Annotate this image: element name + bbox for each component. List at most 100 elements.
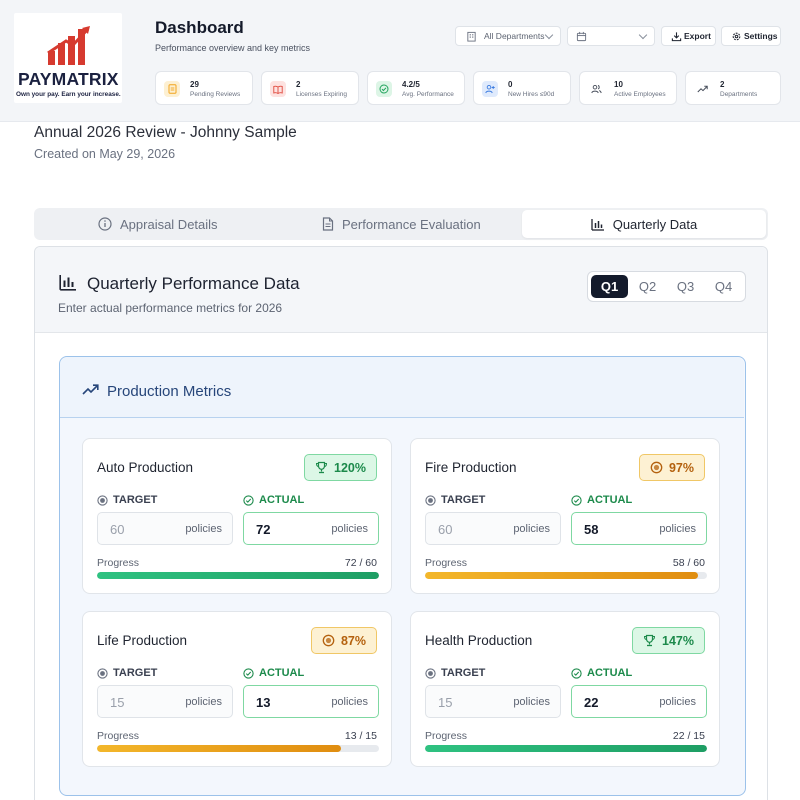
progress-bar: [97, 572, 379, 579]
quarter-q2-button[interactable]: Q2: [629, 275, 666, 298]
brand-name: PAYMATRIX: [18, 69, 119, 89]
bar-chart-arrow-icon: [47, 26, 90, 65]
target-label: TARGET: [97, 494, 157, 506]
user-plus-icon: [482, 81, 498, 97]
calendar-icon: [576, 31, 587, 42]
actual-label: ACTUAL: [571, 667, 632, 679]
check-circle-icon: [243, 494, 254, 506]
stat-label: New Hires ≤90d: [508, 91, 555, 98]
stat-card-pending-reviews[interactable]: 29 Pending Reviews: [155, 71, 253, 105]
metric-name: Auto Production: [97, 460, 194, 475]
date-range-select[interactable]: [567, 26, 655, 46]
actual-value: 13: [256, 695, 271, 710]
target-input[interactable]: 15 policies: [425, 685, 561, 718]
metric-card-auto-production: Auto Production 120% TARGET ACTUAL 60 po…: [82, 438, 392, 594]
book-icon: [270, 81, 286, 97]
chevron-down-icon: [544, 30, 554, 40]
stat-value: 10: [614, 80, 623, 89]
progress-label: Progress: [425, 557, 468, 569]
target-input[interactable]: 15 policies: [97, 685, 233, 718]
stat-value: 2: [296, 80, 301, 89]
actual-input[interactable]: 72 policies: [243, 512, 379, 545]
quarter-q3-button[interactable]: Q3: [667, 275, 704, 298]
quarter-q1-button[interactable]: Q1: [591, 275, 628, 298]
quarter-q4-button[interactable]: Q4: [705, 275, 742, 298]
tab-label: Quarterly Data: [612, 216, 698, 232]
tab-quarterly-data[interactable]: Quarterly Data: [522, 210, 766, 238]
unit-label: policies: [513, 696, 550, 708]
unit-label: policies: [331, 523, 368, 535]
progress-bar-fill: [97, 572, 379, 579]
target-label-text: TARGET: [113, 667, 158, 679]
metric-card-health-production: Health Production 147% TARGET ACTUAL 15 …: [410, 611, 720, 767]
trend-up-icon: [694, 81, 710, 97]
stat-card-active-employees[interactable]: 10 Active Employees: [579, 71, 677, 105]
stat-label: Avg. Performance: [402, 91, 454, 98]
target-value: 15: [110, 695, 125, 710]
tab-appraisal-details[interactable]: Appraisal Details: [98, 210, 218, 238]
metric-percent: 120%: [334, 460, 366, 475]
unit-label: policies: [513, 523, 550, 535]
progress-label: Progress: [97, 557, 140, 569]
target-value: 60: [438, 522, 453, 537]
document-icon: [164, 81, 180, 97]
metric-percent: 147%: [662, 633, 694, 648]
progress-value: 13 / 15: [344, 730, 377, 742]
progress-value: 22 / 15: [672, 730, 705, 742]
award-icon: [322, 634, 335, 647]
review-title: Annual 2026 Review - Johnny Sample: [34, 124, 297, 141]
actual-label-text: ACTUAL: [259, 494, 305, 506]
metric-name: Health Production: [425, 633, 533, 648]
target-icon: [425, 667, 436, 679]
target-icon: [97, 494, 108, 506]
stat-card-departments[interactable]: 2 Departments: [685, 71, 781, 105]
metric-name: Life Production: [97, 633, 188, 648]
target-input[interactable]: 60 policies: [97, 512, 233, 545]
target-label-text: TARGET: [441, 494, 486, 506]
progress-value: 72 / 60: [344, 557, 377, 569]
actual-value: 72: [256, 522, 271, 537]
stat-card-new-hires[interactable]: 0 New Hires ≤90d: [473, 71, 571, 105]
download-icon: [671, 32, 682, 42]
progress-bar-fill: [425, 745, 707, 752]
metric-name: Fire Production: [425, 460, 517, 475]
department-filter-value: All Departments: [484, 31, 545, 41]
check-circle-icon: [243, 667, 254, 679]
chevron-down-icon: [638, 30, 648, 40]
metric-card-life-production: Life Production 87% TARGET ACTUAL 15 pol…: [82, 611, 392, 767]
target-icon: [97, 667, 108, 679]
target-value: 15: [438, 695, 453, 710]
brand-tagline: Own your pay. Earn your increase.: [16, 91, 121, 98]
target-label: TARGET: [425, 494, 485, 506]
check-circle-icon: [571, 667, 582, 679]
page-subtitle: Performance overview and key metrics: [155, 43, 311, 53]
actual-label: ACTUAL: [571, 494, 632, 506]
tab-performance-evaluation[interactable]: Performance Evaluation: [322, 210, 481, 238]
target-label: TARGET: [97, 667, 157, 679]
metric-percent-badge: 147%: [632, 627, 705, 654]
export-button[interactable]: Export: [661, 26, 716, 46]
progress-label: Progress: [425, 730, 468, 742]
actual-input[interactable]: 13 policies: [243, 685, 379, 718]
target-value: 60: [110, 522, 125, 537]
trophy-icon: [644, 634, 656, 647]
target-input[interactable]: 60 policies: [425, 512, 561, 545]
progress-label: Progress: [97, 730, 140, 742]
actual-label-text: ACTUAL: [587, 667, 633, 679]
department-filter-select[interactable]: All Departments: [455, 26, 561, 46]
actual-label-text: ACTUAL: [587, 494, 633, 506]
trend-up-icon: [82, 384, 99, 395]
settings-button[interactable]: Settings: [721, 26, 781, 46]
bar-chart-icon: [59, 275, 76, 291]
stat-label: Active Employees: [614, 91, 666, 98]
paymatrix-logo[interactable]: PAYMATRIX Own your pay. Earn your increa…: [14, 13, 122, 103]
review-created-date: Created on May 29, 2026: [34, 147, 176, 161]
stat-card-avg-performance[interactable]: 4.2/5 Avg. Performance: [367, 71, 465, 105]
actual-input[interactable]: 58 policies: [571, 512, 707, 545]
review-tabs: Appraisal Details Performance Evaluation…: [34, 208, 768, 240]
tab-label: Performance Evaluation: [342, 216, 481, 232]
gear-icon: [732, 32, 741, 41]
actual-input[interactable]: 22 policies: [571, 685, 707, 718]
stat-card-licenses-expiring[interactable]: 2 Licenses Expiring: [261, 71, 359, 105]
bar-chart-icon: [591, 218, 604, 231]
